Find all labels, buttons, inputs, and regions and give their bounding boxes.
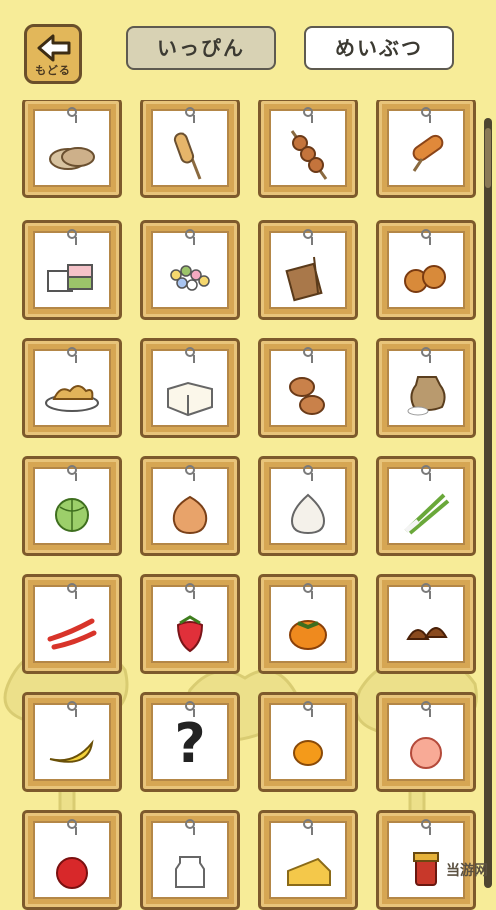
colorful-candy-icon (170, 265, 210, 291)
dango-skewer-icon (290, 130, 328, 180)
corn-dog-icon (173, 132, 202, 180)
item-card-1[interactable] (140, 98, 240, 198)
item-card-19[interactable] (376, 574, 476, 674)
cheese-icon (287, 857, 331, 886)
chestnut-icon (406, 627, 448, 640)
item-card-21[interactable]: ? (140, 692, 240, 792)
scrollbar[interactable] (484, 118, 492, 888)
item-card-14[interactable] (258, 456, 358, 556)
item-card-0[interactable] (22, 98, 122, 198)
mandarin-orange-icon (293, 740, 323, 766)
chili-pepper-icon (47, 618, 97, 650)
grilled-fish-cake-icon (412, 134, 444, 172)
rice-sack-icon (407, 376, 446, 416)
apple-icon (56, 857, 88, 889)
item-card-20[interactable] (22, 692, 122, 792)
item-grid: ? (0, 0, 484, 910)
tea-bag-icon (285, 256, 323, 302)
senbei-crackers-icon (404, 265, 446, 293)
item-card-2[interactable] (258, 98, 358, 198)
item-card-3[interactable] (376, 98, 476, 198)
item-card-4[interactable] (22, 220, 122, 320)
persimmon-icon (289, 620, 327, 650)
item-card-7[interactable] (376, 220, 476, 320)
garlic-icon (290, 493, 326, 535)
item-card-13[interactable] (140, 456, 240, 556)
tab-meibutsu[interactable]: めいぶつ (304, 26, 454, 70)
item-card-16[interactable] (22, 574, 122, 674)
peach-icon (410, 737, 442, 769)
item-card-11[interactable] (376, 338, 476, 438)
cabbage-icon (55, 498, 89, 532)
back-button[interactable]: もどる (24, 24, 82, 84)
item-card-6[interactable] (258, 220, 358, 320)
top-bar: もどる いっぴん めいぶつ (0, 0, 496, 100)
onion-icon (172, 495, 208, 535)
rice-cracker-icon (49, 147, 95, 170)
strawberry-icon (176, 615, 204, 653)
watermark: 当游网 (446, 863, 488, 879)
item-card-9[interactable] (140, 338, 240, 438)
item-card-5[interactable] (140, 220, 240, 320)
item-card-26[interactable] (258, 810, 358, 910)
tab-ippin[interactable]: いっぴん (126, 26, 276, 70)
bread-buns-icon (289, 377, 325, 415)
item-card-25[interactable] (140, 810, 240, 910)
item-card-10[interactable] (258, 338, 358, 438)
item-card-15[interactable] (376, 456, 476, 556)
item-card-18[interactable] (258, 574, 358, 674)
unknown-item-icon: ? (174, 712, 206, 775)
item-card-8[interactable] (22, 338, 122, 438)
arrow-left-icon (37, 34, 71, 62)
item-card-24[interactable] (22, 810, 122, 910)
fried-tempura-icon (45, 385, 99, 412)
scrollbar-thumb[interactable] (485, 128, 491, 188)
item-card-12[interactable] (22, 456, 122, 556)
layered-mochi-icon (47, 264, 93, 292)
tofu-block-icon (167, 381, 213, 417)
item-card-17[interactable] (140, 574, 240, 674)
milk-jug-icon (175, 856, 205, 888)
banana-icon (49, 739, 94, 763)
back-button-label: もどる (35, 64, 71, 77)
green-onion-icon (404, 493, 450, 535)
item-card-22[interactable] (258, 692, 358, 792)
item-card-23[interactable] (376, 692, 476, 792)
